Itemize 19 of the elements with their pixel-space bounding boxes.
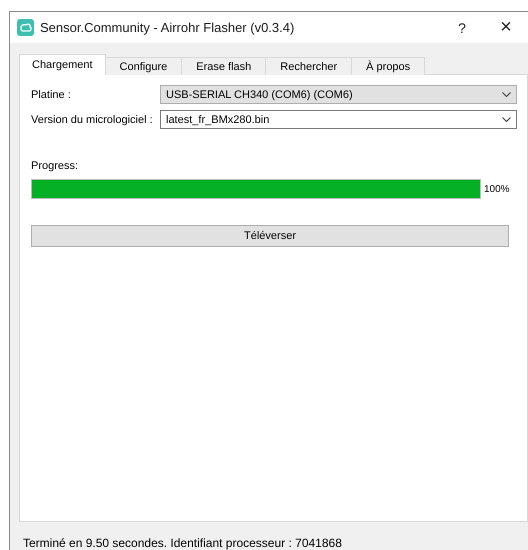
tab[interactable]: Chargement	[19, 54, 106, 75]
progress-label: Progress:	[31, 160, 78, 172]
app-icon	[17, 19, 34, 36]
tab[interactable]: Erase flash	[181, 57, 266, 75]
close-button[interactable]: ×	[484, 16, 528, 39]
tab[interactable]: Configure	[104, 57, 182, 75]
upload-button[interactable]: Téléverser	[31, 225, 509, 247]
dropdown[interactable]: USB-SERIAL CH340 (COM6) (COM6)	[160, 85, 517, 104]
tab[interactable]: À propos	[351, 57, 426, 75]
window-title: Sensor.Community - Airrohr Flasher (v0.3.4)	[40, 20, 296, 35]
chevron-down-icon	[502, 117, 511, 122]
field-label: Version du micrologiciel :	[31, 114, 154, 126]
status-text: Terminé en 9.50 secondes. Identifiant processeur : 7041868	[22, 535, 343, 550]
field-label: Platine :	[31, 88, 72, 100]
progress-reading: 100%	[484, 184, 510, 194]
chevron-down-icon	[502, 92, 511, 97]
help-button[interactable]: ?	[440, 20, 484, 36]
combo-field[interactable]: latest_fr_BMx280.bin	[160, 110, 517, 129]
tab[interactable]: Rechercher	[265, 57, 352, 75]
